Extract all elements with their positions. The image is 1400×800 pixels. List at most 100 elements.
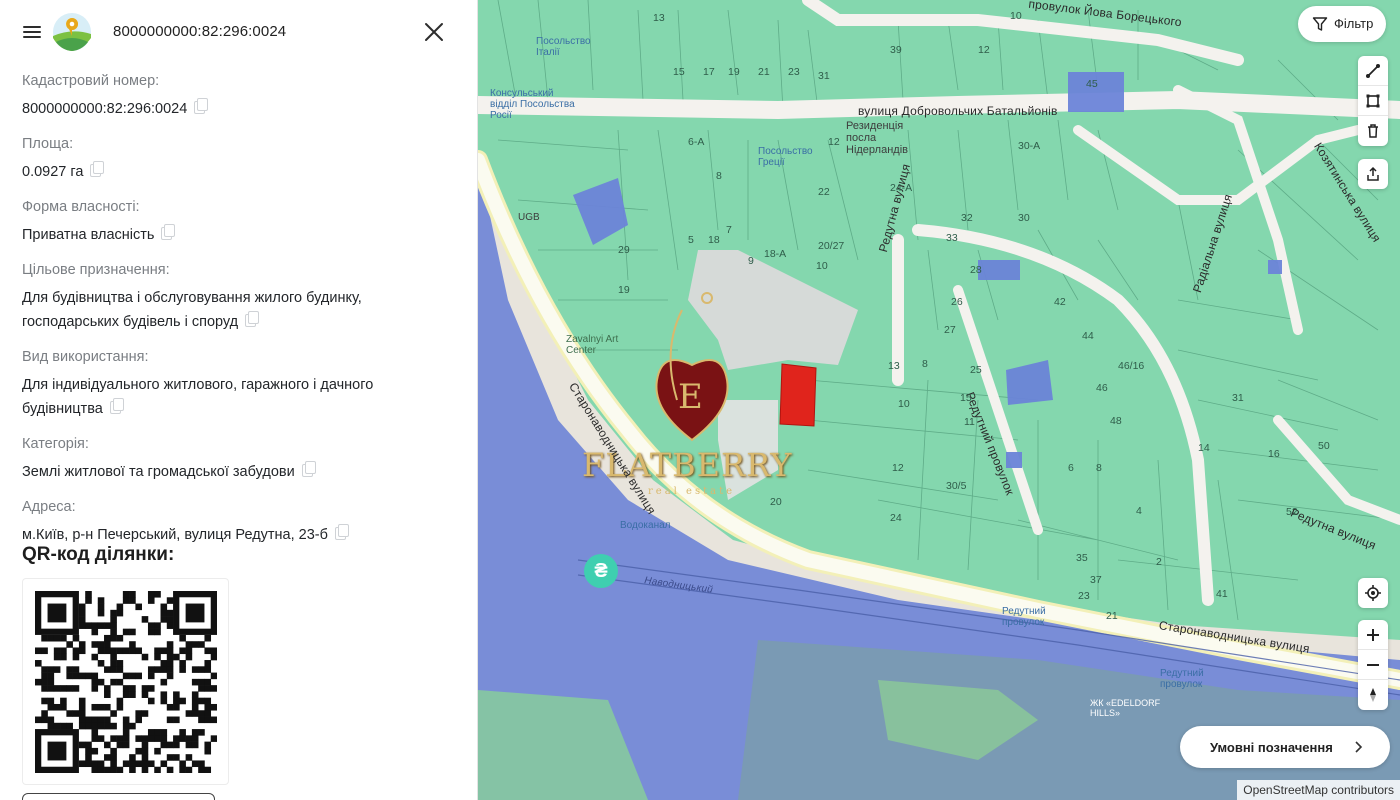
parcel-number-label: 24-А: [890, 182, 913, 194]
parcel-info-panel: 8000000000:82:296:0024 Кадастровий номер…: [0, 0, 478, 800]
field-value: 8000000000:82:296:0024: [22, 101, 188, 117]
copy-icon[interactable]: [90, 161, 105, 177]
minus-icon: [1367, 664, 1379, 666]
share-tools: [1358, 159, 1388, 189]
parcel-number-label: 4: [1136, 505, 1142, 517]
copy-icon[interactable]: [334, 524, 349, 540]
parcel-number-label: 46/16: [1118, 360, 1145, 372]
parcel-number-label: 6: [1068, 462, 1074, 474]
zoom-controls: [1358, 620, 1388, 710]
cadastral-number-title: 8000000000:82:296:0024: [113, 23, 287, 40]
parcel-number-label: 32: [961, 212, 973, 224]
watermark-subtitle: real estate: [648, 486, 736, 497]
cadastral-map[interactable]: E FLATBERRY real estate провулок Йова Бо…: [478, 0, 1400, 800]
copy-icon[interactable]: [301, 461, 316, 477]
close-icon[interactable]: [422, 20, 446, 44]
parcel-number-label: 12: [828, 136, 840, 148]
locate-me-button[interactable]: [1358, 578, 1388, 608]
parcel-number-label: 13: [888, 360, 900, 372]
parcel-number-label: 23: [1078, 590, 1090, 602]
app-logo: [53, 13, 91, 51]
parcel-number-label: 20/27: [818, 240, 845, 252]
compass-button[interactable]: [1358, 680, 1388, 710]
place-label: Резиденція посла Нідерландів: [846, 120, 908, 156]
copy-icon[interactable]: [194, 98, 209, 114]
parcel-number-label: 42: [1054, 296, 1066, 308]
parcel-number-label: 8: [716, 170, 722, 182]
filter-label: Фільтр: [1334, 16, 1374, 31]
menu-icon[interactable]: [20, 20, 44, 44]
svg-text:E: E: [678, 377, 703, 417]
download-qr-button[interactable]: [22, 793, 215, 800]
parcel-number-label: 18-А: [764, 248, 787, 260]
share-icon: [1367, 166, 1379, 181]
plus-icon: [1367, 629, 1379, 641]
field-label: Цільове призначення:: [22, 262, 170, 278]
parcel-number-label: 41: [1216, 588, 1228, 600]
parcel-number-label: 29: [618, 244, 630, 256]
field-label: Адреса:: [22, 499, 76, 515]
zoom-in-button[interactable]: [1358, 620, 1388, 650]
zoom-out-button[interactable]: [1358, 650, 1388, 680]
field-address: Адреса: м.Київ, р-н Печерський, вулиця Р…: [22, 498, 452, 547]
draw-polygon-button[interactable]: [1358, 86, 1388, 116]
copy-icon[interactable]: [245, 311, 260, 327]
parcel-number-label: 20: [770, 496, 782, 508]
field-value-row: Для будівництва і обслуговування жилого …: [22, 286, 452, 334]
copy-icon[interactable]: [109, 398, 124, 414]
parcel-number-label: 21: [1106, 610, 1118, 622]
map-attribution[interactable]: OpenStreetMap contributors: [1237, 780, 1400, 800]
qr-title: QR-код ділянки:: [22, 544, 175, 565]
draw-line-button[interactable]: [1358, 56, 1388, 86]
line-tool-icon: [1366, 64, 1380, 78]
street-label: вулиця Добровольчих Батальйонів: [858, 104, 1058, 118]
compass-icon: [1370, 688, 1376, 702]
draw-tools: [1358, 56, 1388, 146]
qr-code: [22, 578, 229, 785]
parcel-number-label: 6-А: [688, 136, 705, 148]
parcel-number-label: 30-А: [1018, 140, 1041, 152]
parcel-number-label: 46: [1096, 382, 1108, 394]
bank-icon[interactable]: ₴: [584, 554, 618, 588]
field-value: Для індивідуального житлового, гаражного…: [22, 377, 374, 417]
parcel-number-label: 50: [1318, 440, 1330, 452]
parcel-number-label: 52: [1286, 506, 1298, 518]
delete-drawing-button[interactable]: [1358, 116, 1388, 146]
parcel-number-label: 7: [726, 224, 732, 236]
copy-icon[interactable]: [161, 224, 176, 240]
parcel-number-label: 22: [818, 186, 830, 198]
filter-button[interactable]: Фільтр: [1298, 6, 1386, 42]
place-label: Редутний провулок: [1160, 668, 1204, 690]
parcel-number-label: 25: [970, 364, 982, 376]
field-label: Кадастровий номер:: [22, 73, 160, 89]
parcel-number-label: 10: [1010, 10, 1022, 22]
parcel-number-label: 44: [1082, 330, 1094, 342]
parcel-fields: Кадастровий номер: 8000000000:82:296:002…: [22, 72, 452, 561]
parcel-number-label: 18: [708, 234, 720, 246]
field-value-row: 8000000000:82:296:0024: [22, 97, 452, 121]
trash-icon: [1368, 124, 1378, 138]
field-ownership: Форма власності: Приватна власність: [22, 198, 452, 247]
parcel-number-label: 21: [758, 66, 770, 78]
parcel-number-label: 48: [1110, 415, 1122, 427]
field-value-row: 0.0927 га: [22, 160, 452, 184]
field-label: Категорія:: [22, 436, 89, 452]
chevron-right-icon: [1355, 741, 1363, 753]
parcel-number-label: 28: [970, 264, 982, 276]
field-label: Площа:: [22, 136, 74, 152]
place-label: Консульський відділ Посольства Росії: [490, 88, 575, 121]
place-label: Zavalnyi Art Center: [566, 334, 619, 356]
parcel-number-label: 37: [1090, 574, 1102, 586]
parcel-number-label: 12: [892, 462, 904, 474]
parcel-number-label: 33: [946, 232, 958, 244]
parcel-number-label: 31: [818, 70, 830, 82]
parcel-number-label: 30/5: [946, 480, 967, 492]
field-usage: Вид використання: Для індивідуального жи…: [22, 348, 452, 421]
field-value-row: Землі житлової та громадської забудови: [22, 460, 452, 484]
field-cadastral-number: Кадастровий номер: 8000000000:82:296:002…: [22, 72, 452, 121]
parcel-number-label: 12: [978, 44, 990, 56]
place-label: UGB: [518, 212, 540, 223]
field-value-row: Для індивідуального житлового, гаражного…: [22, 373, 452, 421]
legend-button[interactable]: Умовні позначення: [1180, 726, 1390, 768]
share-button[interactable]: [1358, 159, 1388, 189]
